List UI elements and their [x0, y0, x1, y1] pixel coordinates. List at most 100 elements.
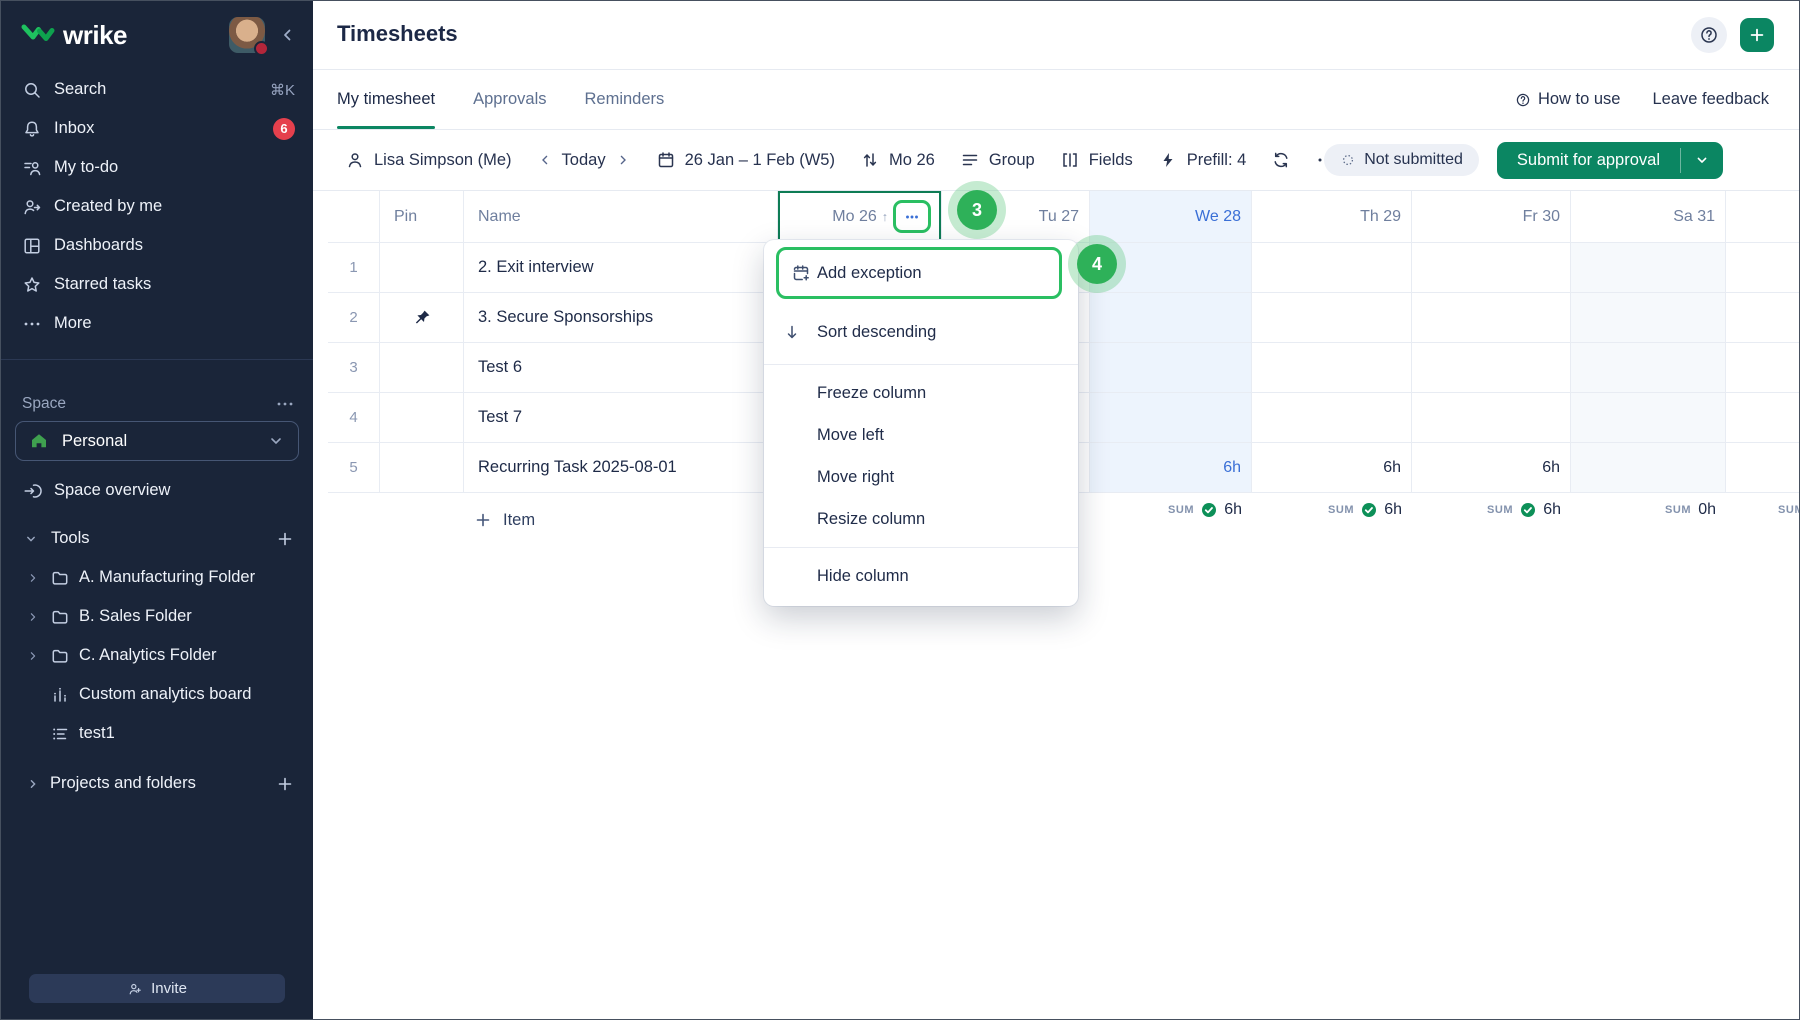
day-column-header-su[interactable] [1726, 191, 1800, 243]
day-column-header-fr[interactable]: Fr 30 [1412, 191, 1571, 243]
invite-button[interactable]: Invite [29, 974, 285, 1003]
column-menu-button[interactable] [893, 200, 931, 233]
day-column-header-we[interactable]: We 28 [1090, 191, 1252, 243]
pin-cell[interactable] [380, 343, 464, 393]
time-cell-fr[interactable] [1412, 243, 1571, 293]
tab-reminders[interactable]: Reminders [585, 70, 665, 129]
pin-cell[interactable] [380, 293, 464, 343]
sidebar-item-a-manufacturing-folder[interactable]: A. Manufacturing Folder [1, 558, 313, 597]
time-cell-sa[interactable] [1571, 243, 1726, 293]
date-range-picker[interactable]: 26 Jan – 1 Feb (W5) [656, 150, 835, 170]
time-cell-fr[interactable] [1412, 393, 1571, 443]
add-project-icon[interactable] [275, 774, 295, 794]
row-number: 2 [328, 293, 380, 343]
time-cell-sa[interactable] [1571, 443, 1726, 493]
sidebar-item-my-to-do[interactable]: My to-do [1, 148, 313, 187]
tab-my-timesheet[interactable]: My timesheet [337, 70, 435, 129]
pin-cell[interactable] [380, 393, 464, 443]
add-tool-icon[interactable] [275, 529, 295, 549]
time-cell-fr[interactable] [1412, 343, 1571, 393]
sort-control[interactable]: Mo 26 [860, 150, 935, 170]
time-cell-th[interactable] [1252, 243, 1412, 293]
time-cell-fr[interactable] [1412, 293, 1571, 343]
time-cell-we[interactable] [1090, 393, 1252, 443]
day-column-header-th[interactable]: Th 29 [1252, 191, 1412, 243]
time-cell-we[interactable] [1090, 343, 1252, 393]
sidebar-collapse-icon[interactable] [277, 25, 297, 45]
sidebar-item-inbox[interactable]: Inbox6 [1, 109, 313, 148]
menu-item-resize-column[interactable]: Resize column [764, 498, 1078, 540]
sum-label: SUM [1328, 504, 1354, 516]
task-name-cell[interactable]: 3. Secure Sponsorships [464, 293, 778, 343]
tools-header[interactable]: Tools [1, 519, 313, 558]
menu-item-freeze-column[interactable]: Freeze column [764, 372, 1078, 414]
time-cell-su[interactable] [1726, 243, 1800, 293]
menu-item-add-exception[interactable]: Add exception [779, 250, 1059, 296]
time-cell-we[interactable]: 6h [1090, 443, 1252, 493]
prefill-control[interactable]: Prefill: 4 [1158, 150, 1247, 170]
time-cell-th[interactable] [1252, 293, 1412, 343]
time-cell-sa[interactable] [1571, 343, 1726, 393]
pin-cell[interactable] [380, 243, 464, 293]
menu-item-hide-column[interactable]: Hide column [764, 555, 1078, 597]
wrike-logo[interactable]: wrike [21, 20, 127, 51]
sidebar-item-b-sales-folder[interactable]: B. Sales Folder [1, 597, 313, 636]
user-avatar[interactable] [229, 17, 265, 53]
create-new-button[interactable] [1740, 18, 1774, 52]
pin-cell[interactable] [380, 443, 464, 493]
add-item-button[interactable]: Item [473, 499, 535, 541]
day-column-header-sa[interactable]: Sa 31 [1571, 191, 1726, 243]
how-to-use-link[interactable]: How to use [1515, 90, 1621, 109]
today-button[interactable]: Today [562, 151, 606, 170]
sidebar-item-space-overview[interactable]: Space overview [1, 471, 313, 510]
space-menu-icon[interactable] [275, 394, 295, 414]
day-header-label: Fr 30 [1523, 208, 1560, 226]
task-name-cell[interactable]: Recurring Task 2025-08-01 [464, 443, 778, 493]
time-cell-su[interactable] [1726, 343, 1800, 393]
sum-cell-th: SUM6h [1252, 493, 1412, 527]
sidebar-item-starred-tasks[interactable]: Starred tasks [1, 265, 313, 304]
space-selector[interactable]: Personal [15, 421, 299, 461]
leave-feedback-link[interactable]: Leave feedback [1652, 90, 1769, 109]
name-column-header[interactable]: Name [464, 191, 778, 243]
sidebar-header: wrike [1, 1, 313, 69]
sort-by-label: Mo 26 [889, 151, 935, 170]
sidebar: wrike Search⌘KInbox6My to-doCreated by m… [1, 1, 313, 1019]
projects-and-folders-header[interactable]: Projects and folders [1, 764, 313, 803]
group-control[interactable]: Group [960, 150, 1035, 170]
task-name-cell[interactable]: 2. Exit interview [464, 243, 778, 293]
sidebar-item-dashboards[interactable]: Dashboards [1, 226, 313, 265]
fields-control[interactable]: Fields [1060, 150, 1133, 170]
sidebar-item-c-analytics-folder[interactable]: C. Analytics Folder [1, 636, 313, 675]
sidebar-item-custom-analytics-board[interactable]: Custom analytics board [1, 675, 313, 714]
user-filter[interactable]: Lisa Simpson (Me) [345, 150, 512, 170]
menu-item-move-right[interactable]: Move right [764, 456, 1078, 498]
submit-dropdown-button[interactable] [1681, 142, 1723, 179]
time-cell-th[interactable] [1252, 343, 1412, 393]
pin-column-header[interactable]: Pin [380, 191, 464, 243]
time-cell-sa[interactable] [1571, 393, 1726, 443]
sidebar-item-test1[interactable]: test1 [1, 714, 313, 753]
day-column-header-mo[interactable]: Mo 26↑ [778, 191, 942, 243]
menu-item-sort-descending[interactable]: Sort descending [764, 307, 1078, 357]
task-name-cell[interactable]: Test 6 [464, 343, 778, 393]
time-cell-fr[interactable]: 6h [1412, 443, 1571, 493]
next-week-icon[interactable] [615, 152, 631, 168]
task-name-cell[interactable]: Test 7 [464, 393, 778, 443]
time-cell-th[interactable] [1252, 393, 1412, 443]
tab-approvals[interactable]: Approvals [473, 70, 546, 129]
sidebar-item-more[interactable]: More [1, 304, 313, 343]
help-button[interactable] [1691, 17, 1727, 53]
menu-item-move-left[interactable]: Move left [764, 414, 1078, 456]
time-cell-we[interactable] [1090, 293, 1252, 343]
time-cell-su[interactable] [1726, 443, 1800, 493]
sidebar-item-search[interactable]: Search⌘K [1, 70, 313, 109]
time-cell-th[interactable]: 6h [1252, 443, 1412, 493]
time-cell-su[interactable] [1726, 393, 1800, 443]
time-cell-sa[interactable] [1571, 293, 1726, 343]
time-cell-su[interactable] [1726, 293, 1800, 343]
sidebar-item-created-by-me[interactable]: Created by me [1, 187, 313, 226]
submit-for-approval-button[interactable]: Submit for approval [1497, 142, 1723, 179]
prev-week-icon[interactable] [537, 152, 553, 168]
refresh-button[interactable] [1271, 150, 1291, 170]
